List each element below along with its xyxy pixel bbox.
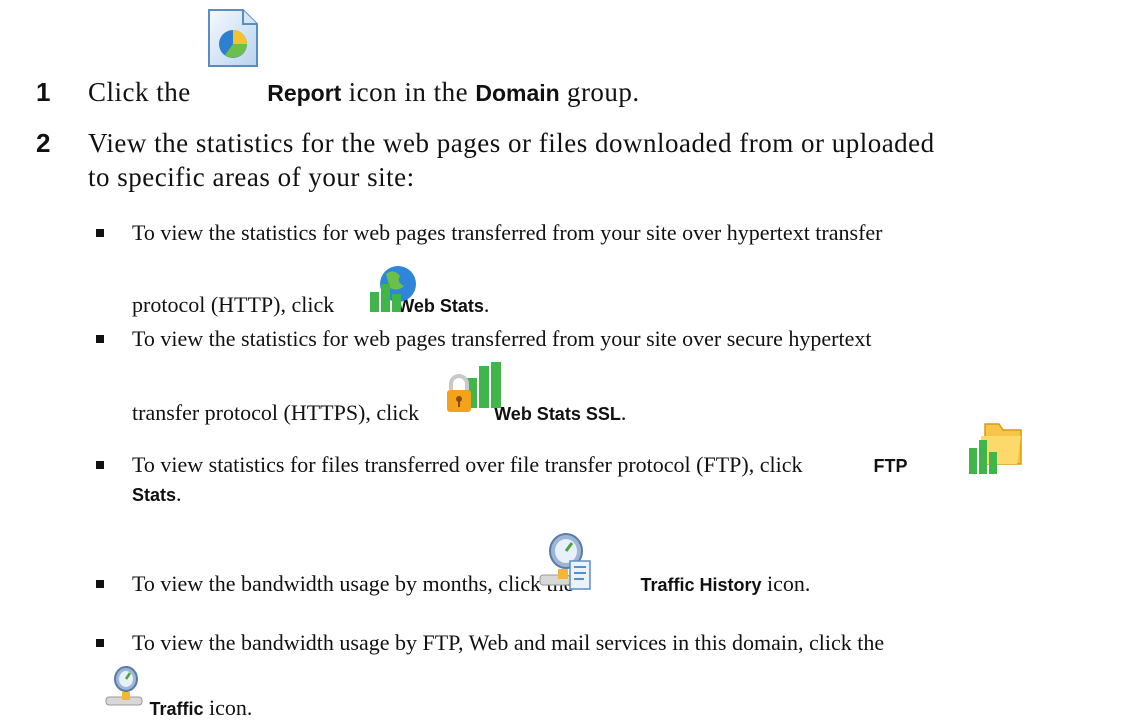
bullet-3-line2: Stats. bbox=[132, 481, 182, 508]
web-stats-ssl-label: Web Stats SSL bbox=[494, 404, 621, 424]
step-text-mid: icon in the bbox=[348, 77, 469, 107]
traffic-history-label: Traffic History bbox=[640, 575, 762, 595]
ftp-stats-icon bbox=[969, 423, 1022, 474]
bullet-marker bbox=[96, 461, 104, 469]
bullet-text: icon. bbox=[766, 571, 811, 596]
bullet-2-line1: To view the statistics for web pages tra… bbox=[132, 326, 872, 351]
step-number: 1 bbox=[36, 77, 51, 107]
step-number: 2 bbox=[36, 128, 51, 158]
punct: . bbox=[176, 481, 182, 506]
ftp-label: FTP bbox=[873, 456, 908, 476]
bullet-4-line1: To view the bandwidth usage by months, c… bbox=[132, 571, 810, 598]
web-stats-icon bbox=[370, 266, 416, 312]
punct: . bbox=[620, 400, 627, 425]
bullet-marker bbox=[96, 580, 104, 588]
bullet-3-line1: To view statistics for files transferred… bbox=[132, 452, 907, 479]
bullet-text: icon. bbox=[209, 695, 253, 720]
traffic-icon bbox=[105, 666, 143, 706]
bullet-5-line2: Traffic icon. bbox=[132, 695, 253, 722]
web-stats-ssl-icon bbox=[447, 362, 501, 412]
punct: . bbox=[483, 292, 490, 317]
report-icon bbox=[208, 9, 258, 67]
report-label: Report bbox=[267, 80, 342, 106]
traffic-history-icon bbox=[539, 533, 591, 590]
step-text: Click the Report icon in the Domain grou… bbox=[88, 75, 640, 110]
traffic-label: Traffic bbox=[149, 699, 204, 719]
bullet-text: To view statistics for files transferred… bbox=[132, 452, 803, 477]
bullet-text: protocol (HTTP), click bbox=[132, 292, 335, 317]
domain-group-label: Domain bbox=[475, 80, 560, 106]
bullet-text: To view the bandwidth usage by months, c… bbox=[132, 571, 574, 596]
bullet-5-line1: To view the bandwidth usage by FTP, Web … bbox=[132, 630, 885, 655]
bullet-marker bbox=[96, 335, 104, 343]
step-text-line2: to specific areas of your site: bbox=[88, 162, 415, 192]
bullet-marker bbox=[96, 639, 104, 647]
step-text-line1: View the statistics for the web pages or… bbox=[88, 128, 935, 158]
bullet-text: transfer protocol (HTTPS), click bbox=[132, 400, 420, 425]
bullet-marker bbox=[96, 229, 104, 237]
bullet-1-line2: protocol (HTTP), click Web Stats. bbox=[132, 292, 489, 319]
step-text-post: group. bbox=[566, 77, 640, 107]
bullet-2-line2: transfer protocol (HTTPS), click Web Sta… bbox=[132, 400, 626, 427]
step-text-pre: Click the bbox=[88, 77, 191, 107]
bullet-1-line1: To view the statistics for web pages tra… bbox=[132, 220, 883, 245]
stats-label: Stats bbox=[132, 485, 177, 505]
